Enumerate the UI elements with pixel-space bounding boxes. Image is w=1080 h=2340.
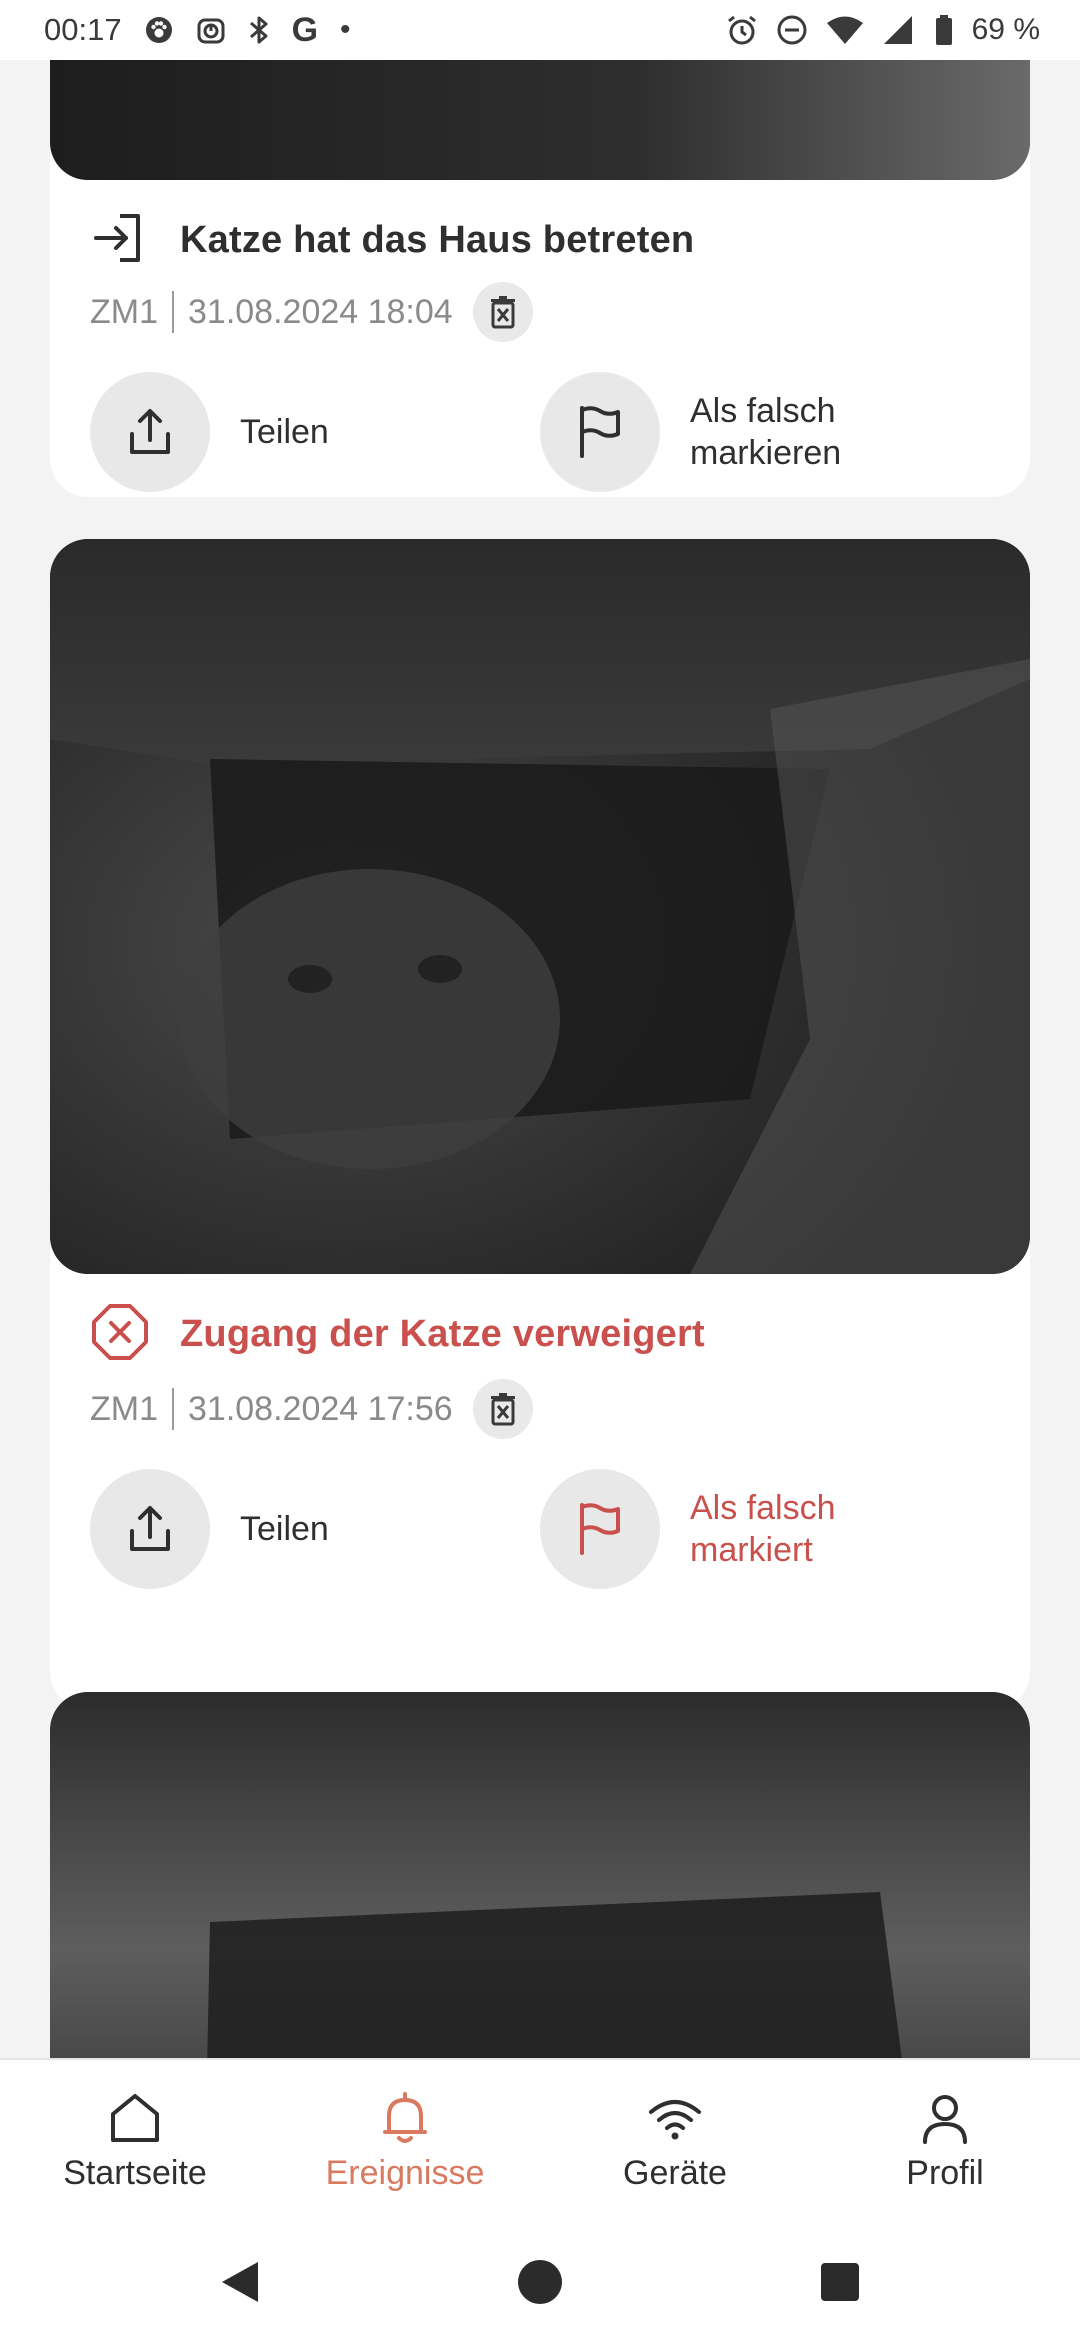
meta-divider (172, 1388, 174, 1430)
event-meta: ZM1 31.08.2024 18:04 (90, 282, 533, 342)
bell-icon (383, 2092, 427, 2143)
delete-button[interactable] (472, 282, 533, 342)
home-icon (111, 2094, 159, 2142)
battery-percent: 69 % (971, 13, 1040, 46)
event-title: Katze hat das Haus betreten (180, 218, 695, 261)
google-icon: G (291, 10, 319, 49)
signal-icon (882, 14, 916, 46)
alarm-icon (726, 14, 758, 46)
flag-icon (580, 406, 620, 458)
status-bar: 00:17 G • 69 % (0, 0, 1080, 60)
event-header: Katze hat das Haus betreten (90, 205, 694, 275)
bottom-navigation: Startseite Ereignisse Geräte Profil (0, 2058, 1080, 2224)
event-meta: ZM1 31.08.2024 17:56 (90, 1379, 533, 1439)
flagged-false-button[interactable]: Als falsch markiert (540, 1469, 890, 1589)
nav-label: Ereignisse (325, 2154, 485, 2192)
event-actions: Teilen Als falsch markiert (90, 1469, 1010, 1589)
nav-item-startseite[interactable]: Startseite (0, 2060, 270, 2226)
event-card: Katze hat das Haus betreten ZM1 31.08.20… (50, 60, 1030, 497)
flag-icon (580, 1503, 620, 1555)
denied-icon (90, 1302, 150, 1367)
trash-icon (490, 1393, 515, 1426)
event-card (50, 1692, 1030, 2058)
person-icon (923, 2095, 967, 2144)
device-name: ZM1 (90, 292, 158, 331)
share-icon (130, 409, 170, 454)
share-button[interactable]: Teilen (90, 372, 440, 492)
trash-icon (490, 296, 515, 329)
event-snapshot[interactable] (50, 60, 1030, 180)
flag-label: Als falsch markiert (690, 1489, 836, 1569)
battery-icon (934, 14, 954, 46)
flag-label: Als falsch markieren (690, 392, 842, 472)
share-button[interactable]: Teilen (90, 1469, 440, 1589)
device-name: ZM1 (90, 1389, 158, 1428)
nav-item-ereignisse[interactable]: Ereignisse (270, 2060, 540, 2226)
event-card: Zugang der Katze verweigert ZM1 31.08.20… (50, 539, 1030, 1710)
event-title: Zugang der Katze verweigert (180, 1312, 705, 1355)
meta-divider (172, 291, 174, 333)
share-icon-circle[interactable] (90, 1469, 210, 1589)
share-icon-circle[interactable] (90, 372, 210, 492)
share-label: Teilen (240, 1510, 329, 1548)
flag-icon-circle[interactable] (540, 1469, 660, 1589)
timer-icon (196, 15, 226, 45)
flag-icon-circle[interactable] (540, 372, 660, 492)
bluetooth-icon (248, 14, 270, 46)
nav-label: Profil (906, 2154, 984, 2192)
back-button[interactable] (215, 2257, 265, 2307)
status-time: 00:17 (44, 12, 122, 47)
notification-dot: • (340, 13, 351, 46)
back-triangle-icon (222, 2262, 258, 2302)
home-button[interactable] (515, 2257, 565, 2307)
nav-item-profil[interactable]: Profil (810, 2060, 1080, 2226)
enter-house-icon (90, 208, 150, 273)
event-datetime: 31.08.2024 18:04 (188, 292, 453, 331)
system-navigation (0, 2224, 1080, 2340)
event-snapshot[interactable] (50, 539, 1030, 1274)
share-icon (130, 1506, 170, 1551)
share-label: Teilen (240, 413, 329, 451)
paw-notification-icon (144, 15, 174, 45)
home-circle-icon (518, 2260, 562, 2304)
event-actions: Teilen Als falsch markieren (90, 372, 1010, 492)
event-feed[interactable]: Katze hat das Haus betreten ZM1 31.08.20… (0, 60, 1080, 2058)
nav-label: Geräte (623, 2154, 727, 2192)
nav-item-geraete[interactable]: Geräte (540, 2060, 810, 2226)
wifi-icon (649, 2100, 701, 2140)
recents-square-icon (821, 2263, 859, 2301)
event-datetime: 31.08.2024 17:56 (188, 1389, 453, 1428)
do-not-disturb-icon (776, 14, 808, 46)
recents-button[interactable] (815, 2257, 865, 2307)
event-snapshot[interactable] (50, 1692, 1030, 2058)
event-header: Zugang der Katze verweigert (90, 1299, 705, 1369)
wifi-icon (826, 14, 864, 46)
nav-label: Startseite (63, 2154, 207, 2192)
flag-false-button[interactable]: Als falsch markieren (540, 372, 890, 492)
delete-button[interactable] (472, 1379, 533, 1439)
